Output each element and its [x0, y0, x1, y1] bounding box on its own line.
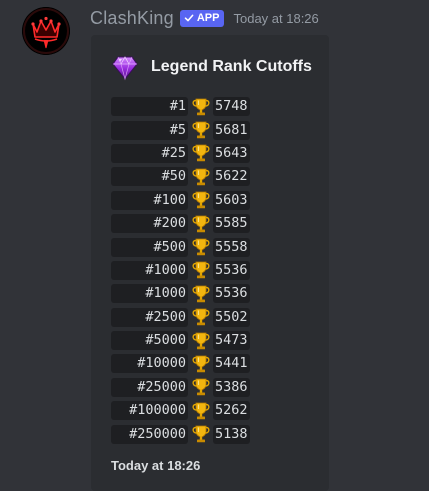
trophy-count: 5622	[213, 167, 250, 187]
trophy-count: 5386	[213, 377, 250, 397]
avatar[interactable]	[22, 7, 70, 55]
trophy-icon	[190, 284, 212, 304]
trophy-count: 5603	[213, 190, 250, 210]
cutoff-row: #250000 5138	[111, 422, 250, 445]
trophy-count: 5502	[213, 307, 250, 327]
app-badge: APP	[179, 9, 225, 27]
rank-label: #500	[111, 237, 188, 257]
embed-footer: Today at 18:26	[111, 458, 201, 473]
embed-title-text: Legend Rank Cutoffs	[151, 58, 312, 75]
trophy-count: 5643	[213, 143, 250, 163]
rank-label: #2500	[111, 307, 188, 327]
trophy-icon	[190, 424, 212, 444]
trophy-count: 5441	[213, 354, 250, 374]
trophy-icon	[190, 237, 212, 257]
trophy-count: 5473	[213, 331, 250, 351]
cutoff-row: #100 5603	[111, 189, 250, 212]
rank-label: #100	[111, 190, 188, 210]
rank-label: #5	[111, 120, 188, 140]
trophy-count: 5262	[213, 401, 250, 421]
trophy-count: 5536	[213, 260, 250, 280]
cutoff-row: #10000 5441	[111, 352, 250, 375]
trophy-icon	[190, 307, 212, 327]
rank-label: #1000	[111, 284, 188, 304]
trophy-count: 5681	[213, 120, 250, 140]
cutoff-row: #200 5585	[111, 212, 250, 235]
trophy-icon	[190, 120, 212, 140]
cutoff-row: #5000 5473	[111, 329, 250, 352]
trophy-count: 5536	[213, 284, 250, 304]
trophy-icon	[190, 143, 212, 163]
chat-message: ClashKing APP Today at 18:26 Legend Rank…	[0, 0, 429, 491]
checkmark-icon	[184, 13, 194, 23]
trophy-icon	[190, 97, 212, 117]
trophy-icon	[190, 214, 212, 234]
cutoff-row: #500 5558	[111, 235, 250, 258]
rank-label: #100000	[111, 401, 188, 421]
trophy-count: 5558	[213, 237, 250, 257]
username[interactable]: ClashKing	[90, 8, 174, 29]
rank-label: #1	[111, 97, 188, 117]
trophy-icon	[190, 260, 212, 280]
trophy-icon	[190, 401, 212, 421]
trophy-count: 5748	[213, 97, 250, 117]
trophy-icon	[190, 190, 212, 210]
cutoff-row: #25000 5386	[111, 376, 250, 399]
rank-label: #1000	[111, 260, 188, 280]
cutoff-row: #100000 5262	[111, 399, 250, 422]
cutoff-row: #50 5622	[111, 165, 250, 188]
cutoff-row: #2500 5502	[111, 306, 250, 329]
trophy-icon	[190, 331, 212, 351]
rank-label: #25	[111, 143, 188, 163]
rank-label: #10000	[111, 354, 188, 374]
trophy-icon	[190, 167, 212, 187]
rank-label: #5000	[111, 331, 188, 351]
cutoff-row: #1000 5536	[111, 282, 250, 305]
rank-label: #50	[111, 167, 188, 187]
trophy-icon	[190, 377, 212, 397]
app-badge-label: APP	[196, 12, 220, 24]
crown-icon	[22, 7, 70, 55]
trophy-count: 5138	[213, 424, 250, 444]
embed-title: Legend Rank Cutoffs	[111, 53, 312, 81]
rank-label: #25000	[111, 377, 188, 397]
rank-label: #200	[111, 214, 188, 234]
purple-gem-icon	[111, 53, 139, 81]
embed: Legend Rank Cutoffs #1 5748 #5 5681 #25 …	[91, 35, 329, 491]
message-timestamp[interactable]: Today at 18:26	[233, 11, 318, 26]
cutoff-row: #25 5643	[111, 142, 250, 165]
message-header: ClashKing APP Today at 18:26	[90, 7, 319, 29]
cutoff-list: #1 5748 #5 5681 #25 5643 #50 5622 #100 5…	[111, 95, 250, 446]
cutoff-row: #5 5681	[111, 118, 250, 141]
cutoff-row: #1 5748	[111, 95, 250, 118]
cutoff-row: #1000 5536	[111, 259, 250, 282]
trophy-icon	[190, 354, 212, 374]
rank-label: #250000	[111, 424, 188, 444]
trophy-count: 5585	[213, 214, 250, 234]
